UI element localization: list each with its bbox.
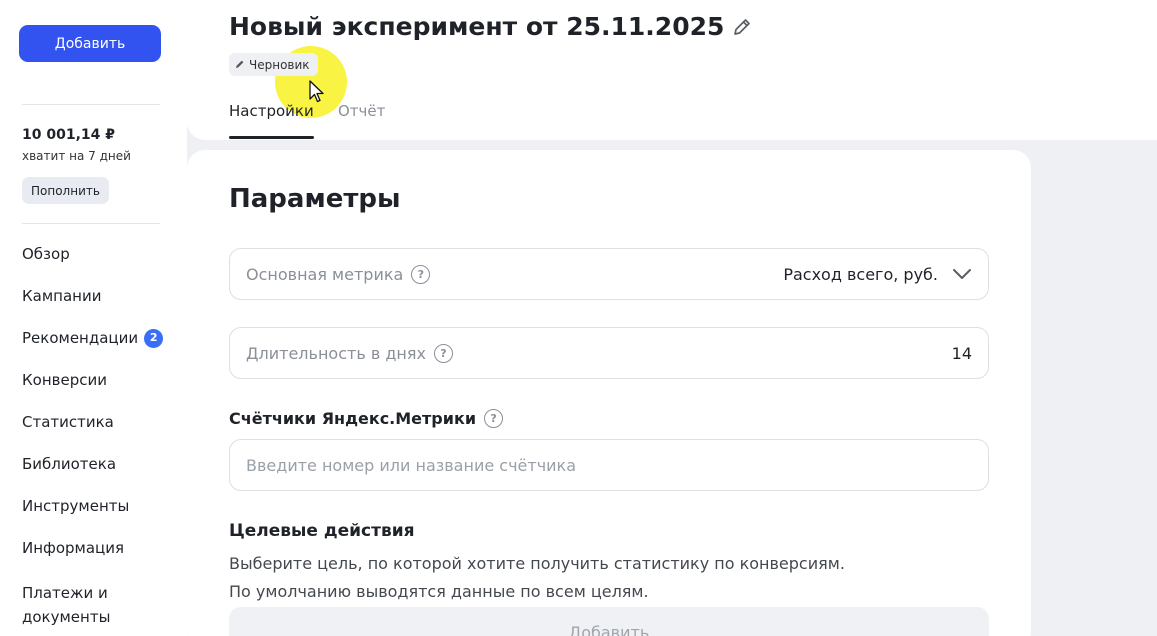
main-metric-value-wrap: Расход всего, руб. [783,265,972,284]
sidebar-item-label: Инструменты [22,497,130,515]
mouse-pointer-icon [309,80,325,108]
sidebar-item-conversions[interactable]: Конверсии [22,369,107,391]
sidebar-item-payments[interactable]: Платежи и документы [22,581,132,629]
goals-description: Выберите цель, по которой хотите получит… [229,550,845,606]
counter-search-input[interactable] [229,439,989,491]
sidebar: Добавить 10 001,14 ₽ хватит на 7 дней По… [0,0,187,636]
page-title: Новый эксперимент от 25.11.2025 [229,12,752,41]
duration-field[interactable]: Длительность в днях ? 14 [229,327,989,379]
recommendations-count-badge: 2 [144,328,164,348]
sidebar-item-label: Обзор [22,245,70,263]
topup-button[interactable]: Пополнить [22,177,109,204]
sidebar-item-campaigns[interactable]: Кампании [22,285,101,307]
balance-days-left: хватит на 7 дней [22,149,131,163]
sidebar-item-label: Конверсии [22,371,107,389]
sidebar-item-label: Информация [22,539,125,557]
section-title: Параметры [229,184,401,214]
counters-label-wrap: Счётчики Яндекс.Метрики ? [229,409,504,428]
pencil-icon[interactable] [732,17,752,37]
main-metric-select[interactable]: Основная метрика ? Расход всего, руб. [229,248,989,300]
main-metric-label: Основная метрика [246,264,404,284]
help-icon[interactable]: ? [411,264,431,284]
status-badge: Черновик [229,53,318,76]
sidebar-item-information[interactable]: Информация [22,537,124,559]
status-badge-label: Черновик [249,57,310,72]
sidebar-item-label: Платежи и документы [22,584,111,626]
goals-description-line: По умолчанию выводятся данные по всем це… [229,582,649,601]
page-title-text: Новый эксперимент от 25.11.2025 [229,12,725,41]
tab-report[interactable]: Отчёт [338,101,385,121]
main-metric-value: Расход всего, руб. [783,264,938,284]
sidebar-item-label: Кампании [22,287,102,305]
sidebar-divider [22,223,160,224]
sidebar-item-label: Библиотека [22,455,117,473]
chevron-down-icon [952,265,972,284]
sidebar-item-tools[interactable]: Инструменты [22,495,129,517]
add-button[interactable]: Добавить [19,25,161,62]
sidebar-item-library[interactable]: Библиотека [22,453,116,475]
duration-label: Длительность в днях [246,343,426,363]
goals-description-line: Выберите цель, по которой хотите получит… [229,554,845,573]
sidebar-item-label: Рекомендации [22,329,139,347]
main-metric-label-wrap: Основная метрика ? [246,264,431,284]
sidebar-item-overview[interactable]: Обзор [22,243,70,265]
sidebar-item-label: Статистика [22,413,114,431]
duration-value: 14 [951,343,972,363]
balance-amount: 10 001,14 ₽ [22,127,115,143]
duration-label-wrap: Длительность в днях ? [246,343,453,363]
goals-title: Целевые действия [229,521,415,541]
help-icon[interactable]: ? [484,409,504,428]
pencil-icon [235,58,245,72]
sidebar-item-recommendations[interactable]: Рекомендации 2 [22,327,164,349]
tab-settings[interactable]: Настройки [229,101,314,121]
counters-label: Счётчики Яндекс.Метрики [229,409,477,428]
active-tab-indicator [229,136,314,139]
add-goal-button[interactable]: Добавить [229,607,989,636]
sidebar-divider [22,104,160,105]
help-icon[interactable]: ? [433,343,453,363]
sidebar-item-statistics[interactable]: Статистика [22,411,114,433]
